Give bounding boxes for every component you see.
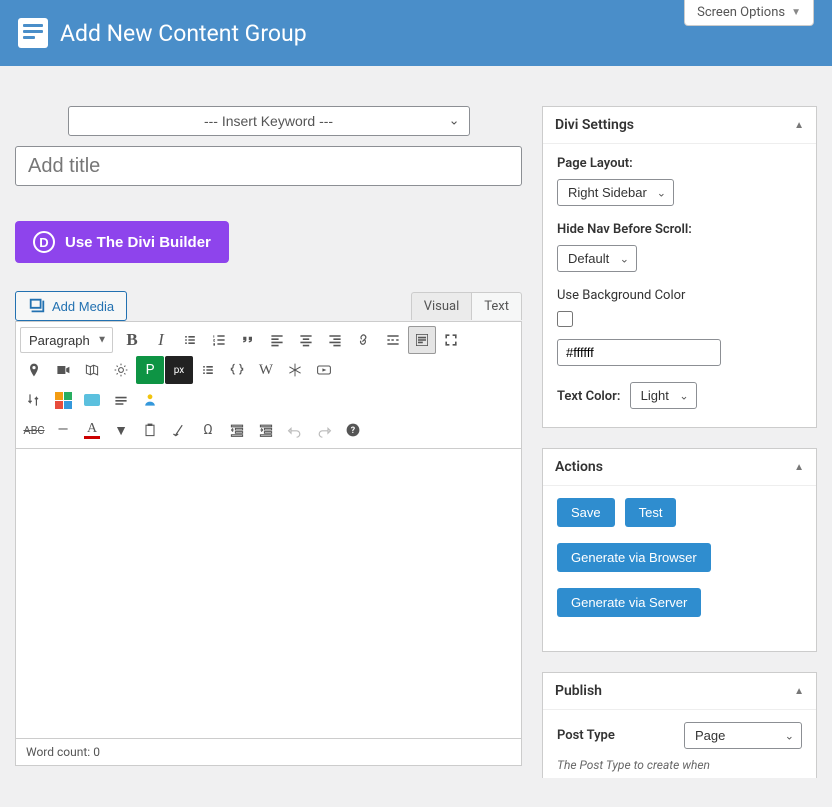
editor-tabs: Visual Text <box>411 292 522 320</box>
divi-settings-panel: Divi Settings ▲ Page Layout: Right Sideb… <box>542 106 817 428</box>
title-input[interactable] <box>15 146 522 186</box>
bold-button[interactable]: B <box>118 326 146 354</box>
numbered-list-button[interactable] <box>205 326 233 354</box>
generate-browser-button[interactable]: Generate via Browser <box>557 543 711 572</box>
screen-options-button[interactable]: Screen Options ▼ <box>684 0 814 26</box>
header-bar: Add New Content Group Screen Options ▼ <box>0 0 832 66</box>
bg-color-input[interactable] <box>557 339 721 366</box>
divi-logo-icon: D <box>33 231 55 253</box>
redo-button[interactable] <box>310 416 338 444</box>
pexels-icon[interactable]: P <box>136 356 164 384</box>
fullscreen-button[interactable] <box>437 326 465 354</box>
bullet-list-button[interactable] <box>176 326 204 354</box>
bg-color-label: Use Background Color <box>557 288 802 303</box>
add-media-label: Add Media <box>52 299 114 314</box>
actions-panel: Actions ▲ Save Test Generate via Browser… <box>542 448 817 652</box>
divi-button-label: Use The Divi Builder <box>65 234 211 251</box>
link-button[interactable] <box>350 326 378 354</box>
text-color-label: Text Color: <box>557 389 620 404</box>
tab-text[interactable]: Text <box>471 292 522 320</box>
align-right-button[interactable] <box>321 326 349 354</box>
grid-icon[interactable] <box>49 386 77 414</box>
wikipedia-icon[interactable]: W <box>252 356 280 384</box>
box-cyan-icon[interactable] <box>78 386 106 414</box>
horizontal-rule-button[interactable]: — <box>49 416 77 444</box>
italic-button[interactable]: I <box>147 326 175 354</box>
bg-color-checkbox[interactable] <box>557 311 573 327</box>
video-icon[interactable] <box>49 356 77 384</box>
page-layout-select[interactable]: Right Sidebar <box>557 179 674 206</box>
svg-text:?: ? <box>351 426 356 436</box>
editor-toolbar: Paragraph ▼ B I <box>15 321 522 449</box>
post-type-label: Post Type <box>557 728 615 743</box>
publish-panel: Publish ▲ Post Type Page ⌄ The Post Type… <box>542 672 817 778</box>
use-divi-builder-button[interactable]: D Use The Divi Builder <box>15 221 229 263</box>
media-icon <box>28 297 46 315</box>
person-icon[interactable] <box>136 386 164 414</box>
panel-title: Publish <box>555 683 602 699</box>
page-layout-label: Page Layout: <box>557 156 802 171</box>
blockquote-button[interactable] <box>234 326 262 354</box>
post-type-hint: The Post Type to create when <box>557 757 802 774</box>
test-button[interactable]: Test <box>625 498 677 527</box>
document-icon <box>18 18 48 48</box>
outdent-button[interactable] <box>223 416 251 444</box>
youtube-icon[interactable] <box>310 356 338 384</box>
sort-icon[interactable] <box>20 386 48 414</box>
add-media-button[interactable]: Add Media <box>15 291 127 321</box>
screen-options-label: Screen Options <box>697 5 785 20</box>
word-count-label: Word count: <box>26 745 93 759</box>
keyword-select-wrap: --- Insert Keyword --- ⌄ <box>68 106 470 136</box>
help-button[interactable]: ? <box>339 416 367 444</box>
generate-server-button[interactable]: Generate via Server <box>557 588 701 617</box>
strikethrough-button[interactable]: ABC <box>20 416 48 444</box>
insert-keyword-select[interactable]: --- Insert Keyword --- <box>68 106 470 136</box>
panel-toggle-icon[interactable]: ▲ <box>794 462 804 473</box>
lines-icon[interactable] <box>107 386 135 414</box>
align-left-button[interactable] <box>263 326 291 354</box>
special-character-button[interactable]: Ω <box>194 416 222 444</box>
toolbar-toggle-button[interactable] <box>408 326 436 354</box>
brightness-icon[interactable] <box>107 356 135 384</box>
paragraph-format-select[interactable]: Paragraph <box>20 327 113 353</box>
panel-toggle-icon[interactable]: ▲ <box>794 120 804 131</box>
clear-formatting-button[interactable] <box>165 416 193 444</box>
hide-nav-label: Hide Nav Before Scroll: <box>557 222 802 237</box>
undo-button[interactable] <box>281 416 309 444</box>
tab-visual[interactable]: Visual <box>411 292 472 320</box>
read-more-button[interactable] <box>379 326 407 354</box>
save-button[interactable]: Save <box>557 498 615 527</box>
paste-button[interactable] <box>136 416 164 444</box>
hide-nav-select[interactable]: Default <box>557 245 637 272</box>
word-count-bar: Word count: 0 <box>15 739 522 766</box>
pixabay-icon[interactable]: px <box>165 356 193 384</box>
word-count-value: 0 <box>93 745 100 759</box>
snowflake-icon[interactable] <box>281 356 309 384</box>
caret-down-icon: ▼ <box>791 7 801 18</box>
panel-title: Actions <box>555 459 603 475</box>
page-title: Add New Content Group <box>60 20 307 47</box>
post-type-select[interactable]: Page <box>684 722 802 749</box>
map-icon[interactable] <box>78 356 106 384</box>
curly-braces-icon[interactable] <box>223 356 251 384</box>
editor-content-area[interactable] <box>15 449 522 739</box>
text-color-dropdown[interactable]: ▼ <box>107 416 135 444</box>
panel-toggle-icon[interactable]: ▲ <box>794 686 804 697</box>
location-pin-icon[interactable] <box>20 356 48 384</box>
text-color-button[interactable]: A <box>78 416 106 444</box>
indent-button[interactable] <box>252 416 280 444</box>
align-center-button[interactable] <box>292 326 320 354</box>
text-color-select[interactable]: Light <box>630 382 697 409</box>
ordered-list-icon[interactable] <box>194 356 222 384</box>
panel-title: Divi Settings <box>555 117 634 133</box>
